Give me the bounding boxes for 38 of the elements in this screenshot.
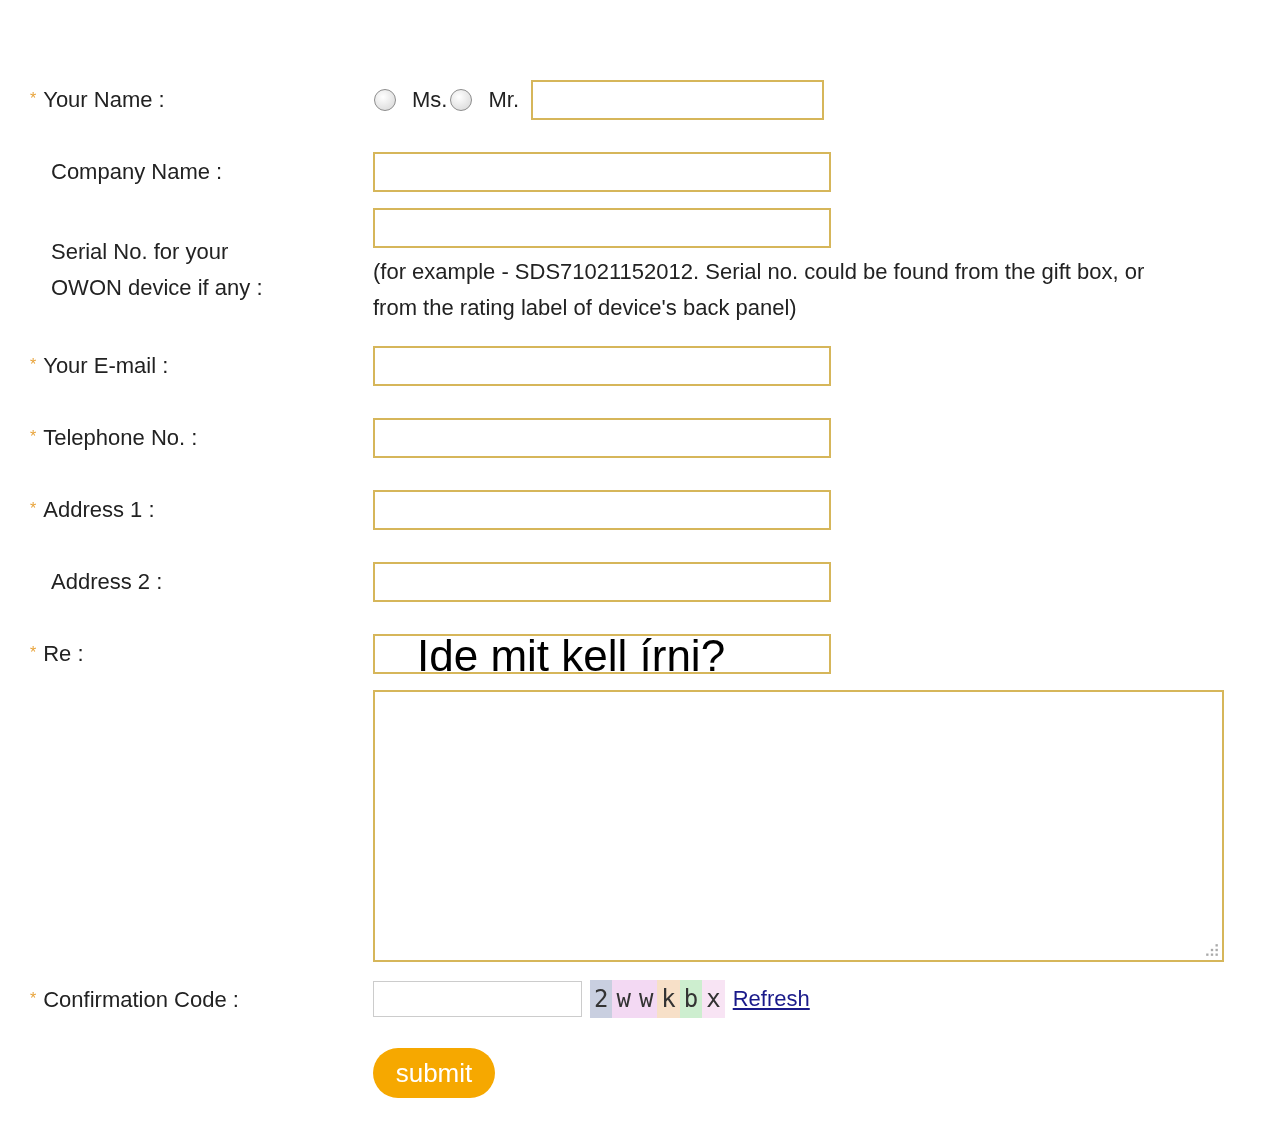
field-label: Your E-mail : [43, 352, 169, 380]
input-field[interactable] [373, 418, 831, 458]
radio-label: Mr. [488, 87, 519, 113]
radio-button[interactable] [450, 89, 473, 111]
serial-field[interactable] [373, 208, 831, 248]
field-label: Your Name : [43, 86, 165, 114]
hint-text: (for example - SDS71021152012. Serial no. could be found from the gift box, or from the rating label of device's back panel) [373, 258, 1146, 322]
field-label: Re : [43, 640, 84, 668]
captcha-char: 2 [590, 980, 613, 1018]
radio-button[interactable] [374, 89, 396, 111]
field-label: Address 2 : [51, 568, 163, 596]
captcha-char: x [702, 980, 725, 1018]
input-field[interactable] [373, 152, 831, 192]
required-mark: * [30, 644, 37, 662]
captcha-char: w [634, 980, 658, 1018]
field-label: Address 1 : [43, 496, 155, 524]
subject-field[interactable]: Ide mit kell írni? [373, 634, 831, 674]
field-label: Telephone No. : [43, 424, 198, 452]
name-field[interactable] [531, 80, 824, 120]
field-label: Company Name : [51, 158, 223, 186]
input-field[interactable] [373, 562, 831, 602]
input-field[interactable] [373, 346, 831, 386]
required-mark: * [30, 500, 37, 518]
resize-grip-icon[interactable] [1205, 943, 1219, 957]
required-mark: * [30, 90, 37, 108]
required-mark: * [30, 990, 37, 1008]
code-field[interactable] [373, 981, 582, 1017]
field-label: Confirmation Code : [43, 986, 239, 1014]
message-textarea[interactable] [373, 690, 1224, 962]
required-mark: * [30, 428, 37, 446]
refresh-link[interactable]: Refresh [732, 986, 810, 1012]
captcha-char: w [612, 980, 635, 1018]
captcha-char: b [679, 980, 703, 1018]
required-mark: * [30, 356, 37, 374]
input-field[interactable] [373, 490, 831, 530]
captcha-char: k [657, 980, 680, 1018]
field-label: Serial No. for your OWON device if any : [51, 238, 264, 302]
radio-label: Ms. [412, 87, 448, 113]
